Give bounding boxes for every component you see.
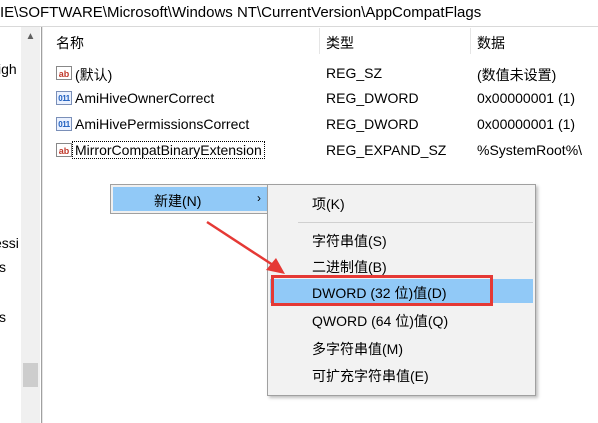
string-value-icon: ab	[56, 143, 72, 157]
menu-item-multi-string-value[interactable]: 多字符串值(M)	[270, 335, 533, 359]
column-header-type[interactable]: 类型	[326, 33, 354, 53]
value-type: REG_EXPAND_SZ	[326, 142, 447, 158]
tree-scrollbar[interactable]: ▲	[21, 27, 40, 423]
value-name: AmiHivePermissionsCorrect	[75, 116, 250, 132]
scroll-thumb[interactable]	[23, 363, 38, 387]
menu-item-expandable-string-value[interactable]: 可扩充字符串值(E)	[270, 362, 533, 386]
string-value-icon: ab	[56, 66, 72, 80]
tree-item[interactable]: s	[0, 309, 6, 325]
menu-item-label: 新建(N)	[154, 193, 202, 209]
value-type: REG_DWORD	[326, 90, 419, 106]
value-type: REG_SZ	[326, 65, 383, 81]
value-type: REG_DWORD	[326, 116, 419, 132]
menu-item-label: 可扩充字符串值(E)	[312, 368, 429, 384]
table-row[interactable]: ab MirrorCompatBinaryExtension REG_EXPAN…	[50, 139, 598, 163]
pane-splitter[interactable]	[41, 27, 43, 423]
table-row[interactable]: 011 AmiHiveOwnerCorrect REG_DWORD 0x0000…	[50, 87, 598, 111]
menu-item-binary-value[interactable]: 二进制值(B)	[270, 253, 533, 277]
menu-item-new[interactable]: 新建(N) ›	[113, 187, 267, 211]
menu-item-label: QWORD (64 位)值(Q)	[312, 313, 449, 329]
menu-item-qword-value[interactable]: QWORD (64 位)值(Q)	[270, 307, 533, 331]
address-path: IE\SOFTWARE\Microsoft\Windows NT\Current…	[0, 4, 482, 21]
column-header-data[interactable]: 数据	[477, 33, 505, 53]
menu-separator	[298, 222, 533, 223]
value-data: 0x00000001 (1)	[477, 90, 576, 106]
binary-value-icon: 011	[56, 91, 72, 105]
value-data: %SystemRoot%\	[477, 142, 583, 158]
value-name: AmiHiveOwnerCorrect	[75, 90, 215, 106]
address-bar[interactable]: IE\SOFTWARE\Microsoft\Windows NT\Current…	[0, 0, 598, 27]
highlight-box	[271, 275, 493, 306]
value-name: (默认)	[75, 67, 113, 83]
value-data: 0x00000001 (1)	[477, 116, 576, 132]
context-menu: 新建(N) ›	[110, 184, 270, 214]
menu-item-string-value[interactable]: 字符串值(S)	[270, 227, 533, 251]
binary-value-icon: 011	[56, 117, 72, 131]
menu-item-label: 二进制值(B)	[312, 259, 387, 275]
value-data: (数值未设置)	[477, 67, 557, 83]
tree-item[interactable]: igh	[0, 61, 17, 77]
table-row[interactable]: 011 AmiHivePermissionsCorrect REG_DWORD …	[50, 113, 598, 137]
menu-item-key[interactable]: 项(K)	[270, 190, 533, 214]
tree-item[interactable]: essi	[0, 235, 19, 251]
tree-item[interactable]: s	[0, 259, 6, 275]
menu-item-label: 项(K)	[312, 196, 345, 212]
menu-item-label: 多字符串值(M)	[312, 341, 403, 357]
value-name: MirrorCompatBinaryExtension	[72, 141, 265, 159]
column-header-name[interactable]: 名称	[56, 33, 84, 53]
table-row[interactable]: ab (默认) REG_SZ (数值未设置)	[50, 62, 598, 86]
chevron-right-icon: ›	[257, 191, 261, 205]
scroll-up-arrow-icon[interactable]: ▲	[21, 31, 40, 42]
column-separator[interactable]	[319, 28, 320, 54]
column-separator[interactable]	[470, 28, 471, 54]
menu-item-label: 字符串值(S)	[312, 233, 387, 249]
